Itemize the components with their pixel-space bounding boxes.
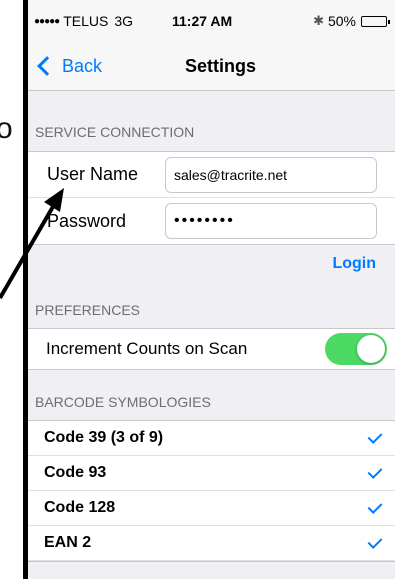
increment-counts-label: Increment Counts on Scan [46,339,248,358]
password-label: Password [47,210,127,231]
increment-counts-row: Increment Counts on Scan [28,329,395,369]
username-input[interactable] [165,156,377,193]
battery-percent: 50% [327,13,356,29]
preferences-group: Increment Counts on Scan [28,328,395,370]
phone-screen: ●●●●● TELUS 3G 11:27 AM ✱ 50% Back Setti… [23,0,395,579]
login-row: Login [28,245,395,283]
symbology-label: Code 128 [44,499,116,516]
status-right: ✱ 50% [313,13,390,29]
username-label: User Name [47,164,139,184]
checkmark-icon [367,533,383,549]
section-header-service-connection: SERVICE CONNECTION [35,124,195,140]
symbology-row[interactable]: EAN 2 [28,526,395,561]
login-button[interactable]: Login [332,255,376,273]
section-header-preferences: PREFERENCES [35,302,141,318]
username-row: User Name [28,152,395,198]
symbology-label: Code 39 (3 of 9) [44,429,164,446]
symbology-row[interactable]: Code 128 [28,491,395,526]
service-connection-group: User Name Password [28,151,395,245]
status-bar: ●●●●● TELUS 3G 11:27 AM ✱ 50% [28,0,395,42]
chevron-left-icon [37,56,57,76]
signal-strength-icon: ●●●●● [34,15,60,27]
status-time: 11:27 AM [172,13,233,29]
bluetooth-icon: ✱ [313,13,324,28]
toggle-knob [357,335,385,363]
back-button-label: Back [62,55,103,76]
checkmark-icon [367,498,383,514]
navigation-bar: Back Settings [28,42,395,91]
symbology-row[interactable]: Code 93 [28,456,395,491]
section-header-barcode-symbologies: BARCODE SYMBOLOGIES [35,394,211,410]
increment-counts-toggle[interactable] [325,333,387,365]
password-input[interactable] [165,203,377,239]
carrier-name: TELUS [63,13,109,29]
battery-icon [361,15,390,27]
symbology-label: Code 93 [44,464,107,481]
symbology-label: EAN 2 [44,534,92,551]
symbology-row[interactable]: Code 39 (3 of 9) [28,421,395,456]
back-button[interactable]: Back [34,56,102,77]
password-row: Password [28,198,395,244]
network-type: 3G [114,13,134,29]
checkmark-icon [367,428,383,444]
barcode-symbologies-group: Code 39 (3 of 9) Code 93 Code 128 EAN 2 [28,420,395,562]
checkmark-icon [367,463,383,479]
stray-text: o [0,112,13,145]
